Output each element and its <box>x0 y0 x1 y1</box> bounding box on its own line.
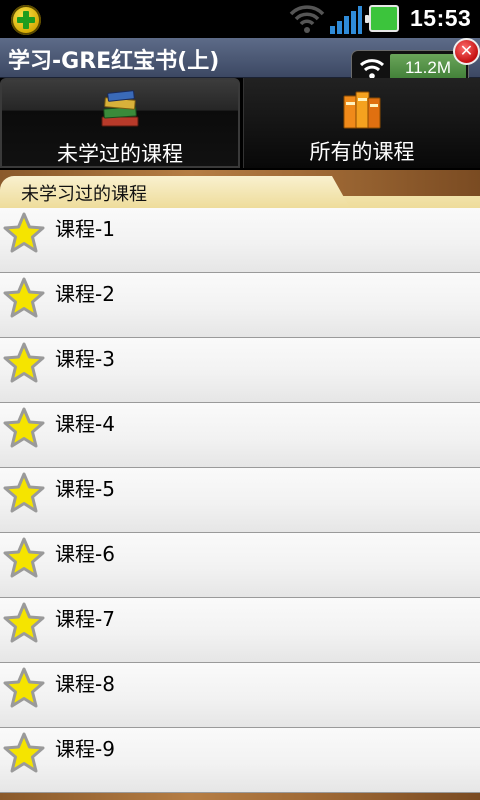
status-clock: 15:53 <box>410 5 472 31</box>
list-item[interactable]: 课程-8 <box>0 663 480 728</box>
section-title: 未学习过的课程 <box>21 184 147 205</box>
tab-bar: 未学过的课程 所有的课程 <box>0 78 480 170</box>
star-icon <box>3 602 45 643</box>
course-label: 课程-2 <box>55 282 115 306</box>
page-title: 学习-GRE红宝书(上) <box>8 49 220 74</box>
battery-icon <box>365 5 399 32</box>
speed-value: 11.2M <box>405 58 451 77</box>
star-icon <box>3 342 45 383</box>
star-icon <box>3 212 45 253</box>
list-item[interactable]: 课程-3 <box>0 338 480 403</box>
tab-unlearned-courses[interactable]: 未学过的课程 <box>0 78 240 168</box>
tab-unlearned-label: 未学过的课程 <box>57 142 183 166</box>
books-stack-icon <box>101 90 139 127</box>
star-icon <box>3 732 45 773</box>
star-icon <box>3 472 45 513</box>
star-icon <box>3 407 45 448</box>
wifi-icon <box>289 5 325 33</box>
course-list: 课程-1 课程-2 课程-3 课程-4 课程-5 课程-6 课程-7 课程-8 <box>0 208 480 793</box>
course-label: 课程-1 <box>55 217 115 241</box>
course-label: 课程-9 <box>55 737 115 761</box>
app-plus-icon[interactable] <box>11 5 41 35</box>
star-icon <box>3 667 45 708</box>
list-item[interactable]: 课程-6 <box>0 533 480 598</box>
course-label: 课程-4 <box>55 412 115 436</box>
star-icon <box>3 537 45 578</box>
status-bar: 15:53 <box>0 0 480 38</box>
signal-strength-icon <box>330 6 362 34</box>
list-item[interactable]: 课程-5 <box>0 468 480 533</box>
close-widget-button[interactable]: ✕ <box>453 38 480 65</box>
course-label: 课程-5 <box>55 477 115 501</box>
list-item[interactable]: 课程-9 <box>0 728 480 793</box>
course-label: 课程-7 <box>55 607 115 631</box>
list-item[interactable]: 课程-1 <box>0 208 480 273</box>
books-upright-icon <box>343 91 381 129</box>
star-icon <box>3 277 45 318</box>
list-item[interactable]: 课程-4 <box>0 403 480 468</box>
list-item[interactable]: 课程-2 <box>0 273 480 338</box>
section-header: 未学习过的课程 <box>0 176 480 208</box>
course-label: 课程-3 <box>55 347 115 371</box>
course-label: 课程-8 <box>55 672 115 696</box>
course-list-area: 未学习过的课程 课程-1 课程-2 课程-3 课程-4 课程-5 课程-6 课程… <box>0 170 480 800</box>
course-label: 课程-6 <box>55 542 115 566</box>
tab-all-label: 所有的课程 <box>309 140 415 164</box>
list-item[interactable]: 课程-7 <box>0 598 480 663</box>
tab-all-courses[interactable]: 所有的课程 <box>243 78 480 168</box>
